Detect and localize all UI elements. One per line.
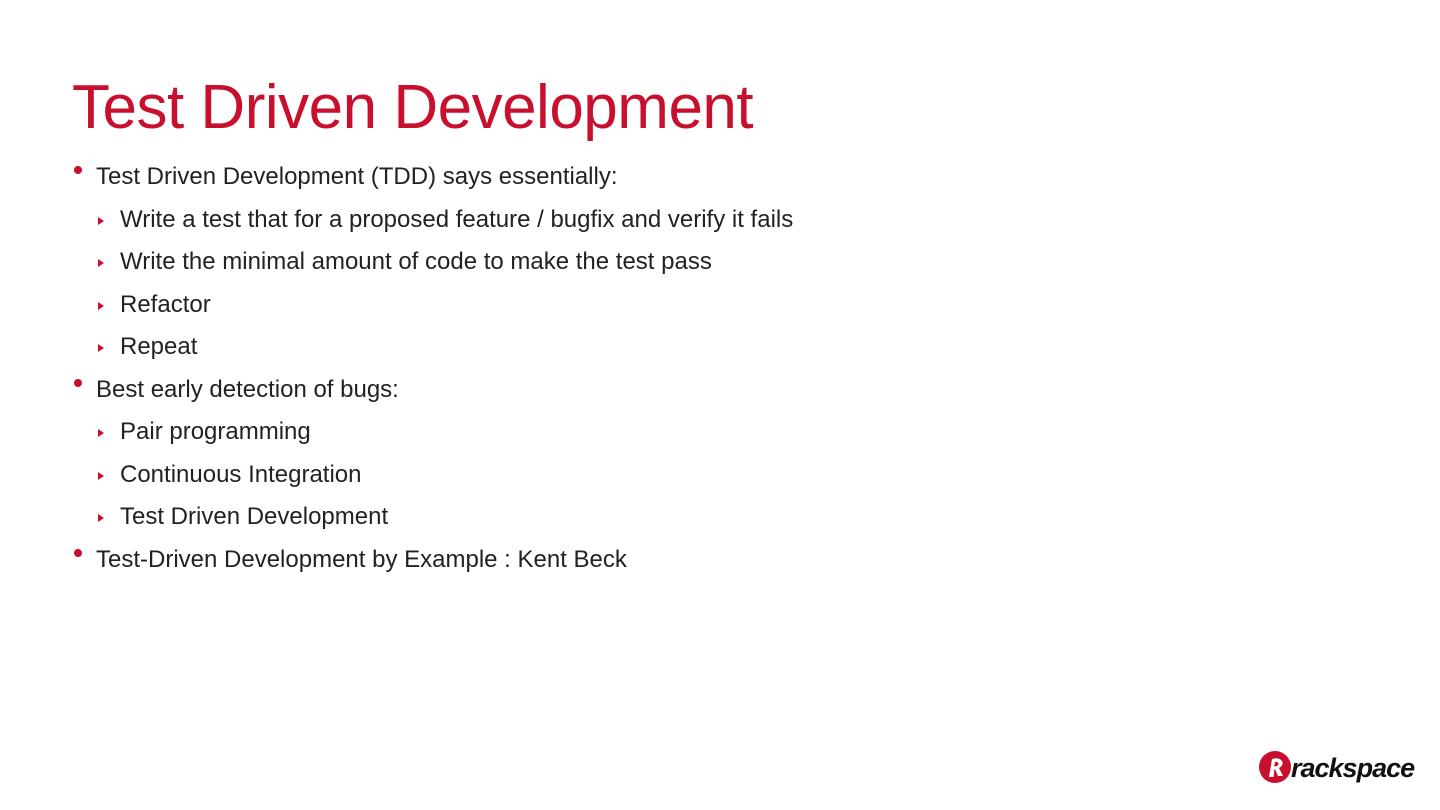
logo-wordmark: rackspace bbox=[1291, 753, 1415, 783]
triangle-bullet-icon bbox=[98, 301, 104, 310]
bullet-item: Test-Driven Development by Example : Ken… bbox=[72, 543, 793, 586]
sub-bullet-text: Continuous Integration bbox=[120, 460, 362, 488]
sub-bullet-item: Write the minimal amount of code to make… bbox=[72, 245, 793, 288]
bullet-text: Best early detection of bugs: bbox=[96, 375, 399, 403]
triangle-bullet-icon bbox=[98, 259, 104, 267]
triangle-bullet-icon bbox=[98, 216, 104, 225]
triangle-bullet-icon bbox=[98, 471, 104, 480]
sub-bullet-text: Refactor bbox=[120, 290, 211, 318]
rackspace-logo-icon bbox=[1259, 751, 1291, 783]
bullet-dot-icon bbox=[74, 166, 82, 174]
bullet-text: Test-Driven Development by Example : Ken… bbox=[96, 545, 627, 573]
bullet-dot-icon bbox=[74, 378, 82, 387]
sub-bullet-item: Repeat bbox=[72, 330, 793, 373]
bullet-list: Test Driven Development (TDD) says essen… bbox=[72, 160, 793, 585]
slide-title: Test Driven Development bbox=[72, 73, 754, 142]
slide: Test Driven Development Test Driven Deve… bbox=[0, 0, 1440, 810]
triangle-bullet-icon bbox=[98, 514, 104, 522]
sub-bullet-text: Pair programming bbox=[120, 418, 311, 445]
bullet-text: Test Driven Development (TDD) says essen… bbox=[96, 163, 618, 190]
triangle-bullet-icon bbox=[98, 344, 104, 352]
bullet-item: Best early detection of bugs: bbox=[72, 373, 793, 416]
sub-bullet-text: Write a test that for a proposed feature… bbox=[120, 205, 794, 233]
sub-bullet-item: Pair programming bbox=[72, 415, 793, 458]
sub-bullet-item: Test Driven Development bbox=[72, 500, 793, 543]
sub-bullet-text: Write the minimal amount of code to make… bbox=[120, 248, 712, 275]
sub-bullet-item: Continuous Integration bbox=[72, 458, 793, 501]
sub-bullet-text: Repeat bbox=[120, 333, 198, 360]
sub-bullet-item: Write a test that for a proposed feature… bbox=[72, 203, 793, 246]
bullet-dot-icon bbox=[74, 548, 82, 557]
bullet-item: Test Driven Development (TDD) says essen… bbox=[72, 160, 793, 203]
triangle-bullet-icon bbox=[98, 429, 104, 437]
sub-bullet-text: Test Driven Development bbox=[120, 503, 389, 530]
rackspace-logo: rackspace bbox=[1258, 748, 1416, 788]
sub-bullet-item: Refactor bbox=[72, 288, 793, 331]
